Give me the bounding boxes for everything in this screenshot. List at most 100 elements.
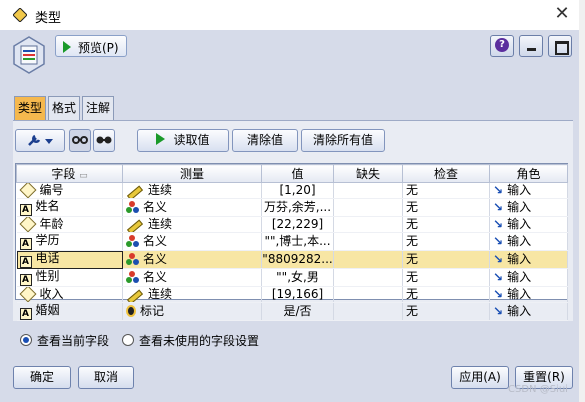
role-cell[interactable]: ↘ 输入 (489, 286, 568, 303)
view-values-button[interactable] (69, 129, 91, 152)
table-row[interactable]: A 姓名 名义 万芬,余芳,... 无 ↘ 输入 (16, 198, 568, 217)
hide-values-button[interactable] (93, 129, 115, 152)
apply-button[interactable]: 应用(A) (451, 366, 509, 389)
table-row[interactable]: A 性别 名义 "",女,男 无 ↘ 输入 (16, 268, 568, 287)
help-button[interactable]: ? (490, 35, 514, 57)
missing-cell[interactable] (333, 182, 403, 199)
missing-cell[interactable] (333, 232, 403, 251)
table-row[interactable]: 收入 连续 [19,166] 无 ↘ 输入 (16, 286, 568, 303)
field-cell[interactable]: A 学历 (16, 232, 123, 251)
preview-button[interactable]: 预览(P) (55, 35, 127, 57)
type-node-icon (13, 36, 45, 74)
check-cell[interactable]: 无 (402, 182, 490, 199)
type-panel: 读取值 清除值 清除所有值 字段 ▭ 测量 值 缺失 检查 角色 编号 连续 [1,… (13, 120, 573, 321)
check-cell[interactable]: 无 (402, 232, 490, 251)
value-cell[interactable]: "8809282... (261, 250, 334, 269)
table-row[interactable]: A 婚姻 标记 是/否 无 ↘ 输入 (16, 302, 568, 321)
value-cell[interactable]: [1,20] (261, 182, 334, 199)
preview-label: 预览(P) (78, 41, 119, 55)
check-cell[interactable]: 无 (402, 250, 490, 269)
role-cell[interactable]: ↘ 输入 (489, 216, 568, 233)
tab-format[interactable]: 格式 (48, 96, 80, 120)
field-cell[interactable]: A 婚姻 (16, 302, 123, 321)
field-cell[interactable]: 收入 (16, 286, 123, 303)
show-current-fields-radio[interactable]: 查看当前字段 (20, 332, 109, 349)
table-row[interactable]: 年龄 连续 [22,229] 无 ↘ 输入 (16, 216, 568, 233)
table-row[interactable]: A 学历 名义 "",博士,本... 无 ↘ 输入 (16, 232, 568, 251)
measure-cell[interactable]: 连续 (122, 286, 262, 303)
show-unused-fields-radio[interactable]: 查看未使用的字段设置 (122, 332, 259, 349)
check-cell[interactable]: 无 (402, 216, 490, 233)
help-icon: ? (495, 38, 509, 52)
measure-cell[interactable]: 名义 (122, 250, 262, 269)
numeric-type-icon (19, 182, 36, 198)
string-type-icon: A (19, 238, 32, 250)
value-cell[interactable]: "",女,男 (261, 268, 334, 287)
maximize-icon (555, 41, 569, 55)
check-cell[interactable]: 无 (402, 268, 490, 287)
numeric-type-icon (19, 216, 36, 232)
role-cell[interactable]: ↘ 输入 (489, 250, 568, 269)
field-cell[interactable]: 编号 (16, 182, 123, 199)
nominal-dots-icon (126, 235, 139, 247)
string-type-icon: A (19, 274, 32, 286)
radio-unselected-icon (122, 334, 134, 346)
role-cell[interactable]: ↘ 输入 (489, 302, 568, 321)
role-cell[interactable]: ↘ 输入 (489, 268, 568, 287)
field-cell[interactable]: A 电话 (16, 250, 123, 269)
value-cell[interactable]: [19,166] (261, 286, 334, 303)
missing-cell[interactable] (333, 286, 403, 303)
measure-cell[interactable]: 连续 (122, 216, 262, 233)
clear-all-values-button[interactable]: 清除所有值 (301, 129, 385, 152)
window-title: 类型 (35, 11, 62, 26)
ok-button[interactable]: 确定 (13, 366, 71, 389)
tools-dropdown-button[interactable] (15, 129, 65, 152)
missing-cell[interactable] (333, 250, 403, 269)
role-cell[interactable]: ↘ 输入 (489, 232, 568, 251)
measure-cell[interactable]: 名义 (122, 268, 262, 287)
continuous-ruler-icon (126, 219, 144, 232)
flag-measure-icon (126, 305, 136, 317)
col-header-missing[interactable]: 缺失 (333, 164, 403, 183)
tab-annotation[interactable]: 注解 (82, 96, 114, 120)
role-cell[interactable]: ↘ 输入 (489, 182, 568, 199)
field-cell[interactable]: A 性别 (16, 268, 123, 287)
measure-cell[interactable]: 标记 (122, 302, 262, 321)
missing-cell[interactable] (333, 216, 403, 233)
check-cell[interactable]: 无 (402, 302, 490, 321)
measure-cell[interactable]: 名义 (122, 232, 262, 251)
cancel-button[interactable]: 取消 (78, 366, 134, 389)
close-icon[interactable]: ✕ (552, 4, 572, 24)
minimize-button[interactable] (519, 35, 543, 57)
type-dialog: 类型 ✕ 预览(P) ? 类型 格式 注解 读取值 清除值 清除所有值 字段 ▭… (0, 0, 585, 402)
col-header-role[interactable]: 角色 (489, 164, 568, 183)
measure-cell[interactable]: 名义 (122, 198, 262, 217)
missing-cell[interactable] (333, 268, 403, 287)
col-header-field[interactable]: 字段 ▭ (16, 164, 123, 183)
measure-cell[interactable]: 连续 (122, 182, 262, 199)
watermark: CSDN @Siui (508, 384, 568, 395)
tab-type[interactable]: 类型 (14, 96, 46, 120)
col-header-measure[interactable]: 测量 (122, 164, 262, 183)
col-header-check[interactable]: 检查 (402, 164, 490, 183)
table-row[interactable]: A 电话 名义 "8809282... 无 ↘ 输入 (16, 250, 568, 269)
field-cell[interactable]: 年龄 (16, 216, 123, 233)
role-cell[interactable]: ↘ 输入 (489, 198, 568, 217)
maximize-button[interactable] (548, 35, 572, 57)
read-values-button[interactable]: 读取值 (137, 129, 229, 152)
value-cell[interactable]: "",博士,本... (261, 232, 334, 251)
check-cell[interactable]: 无 (402, 286, 490, 303)
value-cell[interactable]: [22,229] (261, 216, 334, 233)
string-type-icon: A (19, 204, 32, 216)
clear-values-button[interactable]: 清除值 (232, 129, 298, 152)
missing-cell[interactable] (333, 198, 403, 217)
check-cell[interactable]: 无 (402, 198, 490, 217)
fields-grid: 字段 ▭ 测量 值 缺失 检查 角色 编号 连续 [1,20] 无 ↘ 输入 A 姓名 名义 万芬… (15, 163, 568, 321)
value-cell[interactable]: 万芬,余芳,... (261, 198, 334, 217)
missing-cell[interactable] (333, 302, 403, 321)
nominal-dots-icon (126, 271, 139, 283)
field-cell[interactable]: A 姓名 (16, 198, 123, 217)
table-row[interactable]: 编号 连续 [1,20] 无 ↘ 输入 (16, 182, 568, 199)
col-header-value[interactable]: 值 (261, 164, 334, 183)
value-cell[interactable]: 是/否 (261, 302, 334, 321)
